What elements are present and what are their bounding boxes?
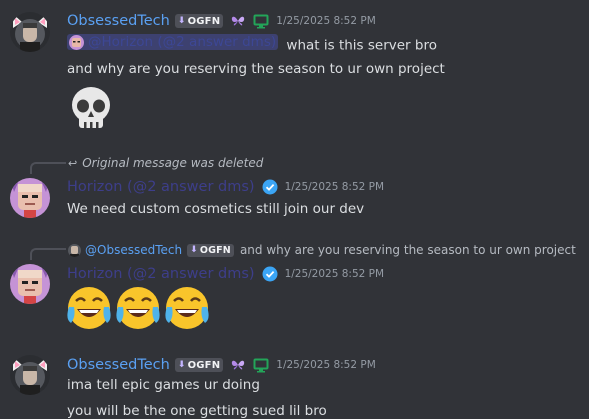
avatar-obsessedtech[interactable] [10, 12, 50, 52]
reply-avatar [68, 243, 81, 257]
laughing-emoji[interactable] [164, 285, 210, 331]
laughing-emoji-row [66, 285, 210, 331]
timestamp[interactable]: 1/25/2025 8:52 PM [285, 268, 384, 280]
author-name[interactable]: ObsessedTech [67, 13, 170, 29]
reply-deleted-text: Original message was deleted [82, 156, 264, 170]
cat-ear-avatar [10, 12, 50, 52]
message-text: you will be the one getting sued lil bro [67, 403, 327, 419]
message-text: and why are you reserving the season to … [67, 61, 445, 77]
server-tag[interactable]: ⬇ OGFN [174, 14, 224, 28]
reply-preview[interactable]: @ObsessedTech ⬇ OGFN and why are you res… [68, 242, 576, 258]
chat-messages: ObsessedTech ⬇ OGFN 1/25/2025 8:52 PM @H… [0, 0, 589, 419]
message-header: Horizon (@2 answer dms) 1/25/2025 8:52 P… [67, 177, 384, 197]
message-text: We need custom cosmetics still join our … [67, 201, 365, 217]
horizon-avatar [10, 264, 50, 304]
reply-spine [30, 162, 66, 174]
server-tag[interactable]: ⬇ OGFN [187, 243, 234, 257]
timestamp[interactable]: 1/25/2025 8:52 PM [285, 181, 384, 193]
author-name[interactable]: ObsessedTech [67, 357, 170, 373]
timestamp[interactable]: 1/25/2025 8:52 PM [276, 359, 375, 371]
verified-icon[interactable] [262, 266, 278, 282]
reply-spine [30, 248, 66, 260]
user-mention[interactable]: @Horizon (@2 answer dms) [67, 34, 279, 50]
author-name[interactable]: Horizon (@2 answer dms) [67, 179, 255, 195]
ogfn-tag-icon: ⬇ [177, 360, 186, 370]
skull-emoji[interactable] [66, 84, 116, 134]
verified-icon[interactable] [262, 179, 278, 195]
laughing-emoji[interactable] [66, 285, 112, 331]
ogfn-tag-icon: ⬇ [190, 245, 198, 255]
reply-username[interactable]: @ObsessedTech [85, 243, 182, 257]
reply-text: and why are you reserving the season to … [239, 243, 576, 257]
message-header: ObsessedTech ⬇ OGFN 1/25/2025 8:52 PM [67, 355, 376, 375]
reply-arrow-icon: ↩ [68, 156, 78, 170]
avatar-horizon[interactable] [10, 178, 50, 218]
monitor-icon[interactable] [253, 13, 269, 29]
avatar-horizon[interactable] [10, 264, 50, 304]
butterfly-icon[interactable] [230, 357, 246, 373]
avatar-obsessedtech[interactable] [10, 355, 50, 395]
message-text: ima tell epic games ur doing [67, 377, 260, 393]
reply-preview[interactable]: ↩ Original message was deleted [68, 155, 263, 171]
timestamp[interactable]: 1/25/2025 8:52 PM [276, 15, 375, 27]
author-name[interactable]: Horizon (@2 answer dms) [67, 266, 255, 282]
cat-ear-avatar [10, 355, 50, 395]
butterfly-icon[interactable] [230, 13, 246, 29]
message-header: ObsessedTech ⬇ OGFN 1/25/2025 8:52 PM [67, 11, 376, 31]
message-text: what is this server bro [286, 37, 437, 54]
message-header: Horizon (@2 answer dms) 1/25/2025 8:52 P… [67, 264, 384, 284]
server-tag[interactable]: ⬇ OGFN [174, 358, 224, 372]
mention-avatar [69, 34, 84, 50]
laughing-emoji[interactable] [115, 285, 161, 331]
monitor-icon[interactable] [253, 357, 269, 373]
message-line: @Horizon (@2 answer dms) what is this se… [67, 34, 437, 54]
ogfn-tag-icon: ⬇ [177, 16, 186, 26]
horizon-avatar [10, 178, 50, 218]
